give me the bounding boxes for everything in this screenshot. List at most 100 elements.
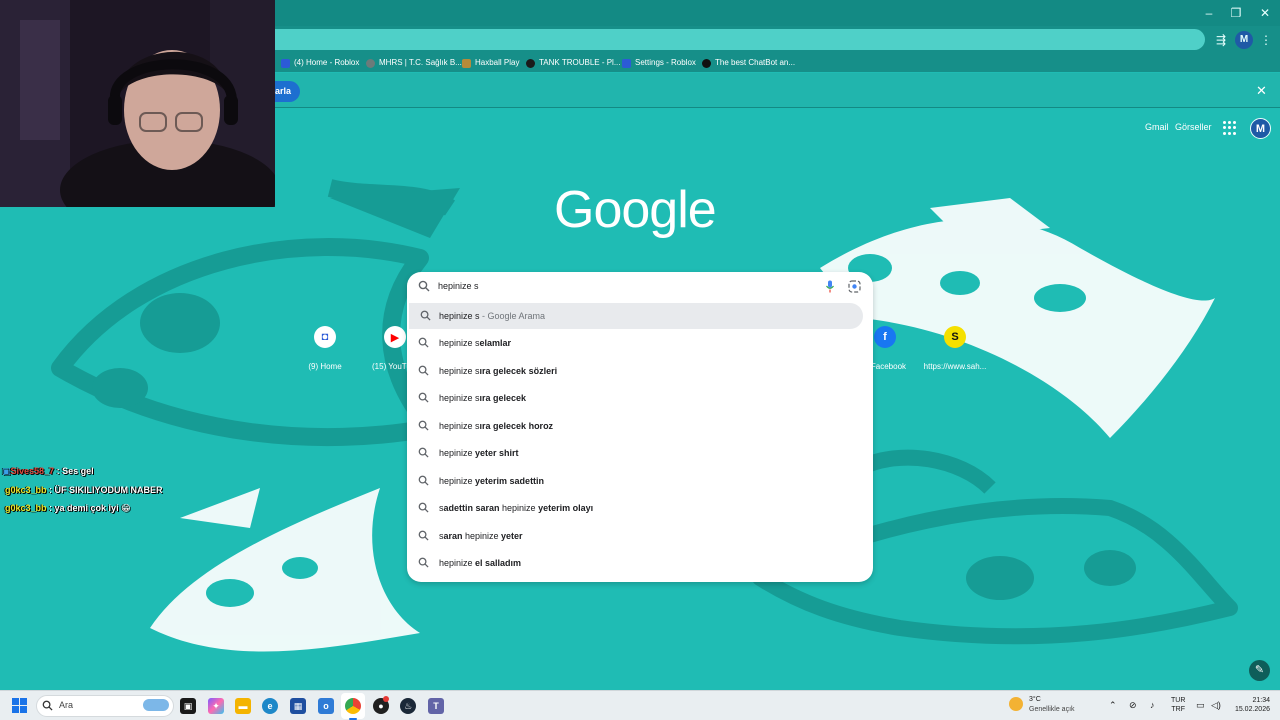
suggestion-completion: yeter shirt <box>475 448 519 458</box>
suggestion-item[interactable]: hepinize el salladım <box>407 550 873 576</box>
suggestion-item[interactable]: hepinize yeter shirt <box>407 440 873 466</box>
customize-pencil-icon[interactable]: ✎ <box>1249 660 1270 681</box>
outlook-icon[interactable]: o <box>318 698 334 714</box>
search-icon <box>420 310 431 321</box>
suggestion-prefix: hepinize s <box>439 338 480 348</box>
bookmark-item[interactable]: Settings - Roblox <box>622 56 696 70</box>
teams-icon[interactable]: T <box>428 698 444 714</box>
microphone-icon[interactable]: ♪ <box>1150 700 1155 710</box>
suggestion-completion-tail: yeterim olayı <box>535 503 594 513</box>
profile-button[interactable]: M <box>1235 31 1253 49</box>
language-indicator[interactable]: TUR TRF <box>1171 696 1185 714</box>
bookmark-item[interactable]: (4) Home - Roblox <box>281 56 359 70</box>
weather-desc: Genellikle açık <box>1029 706 1075 713</box>
weather-icon[interactable] <box>1009 697 1023 711</box>
shortcut-tile[interactable]: ◘ (9) Home <box>290 326 360 371</box>
suggestion-item[interactable]: hepinize sıra gelecek <box>407 385 873 411</box>
cast-icon[interactable]: ⇶ <box>1212 31 1230 49</box>
suggestion-completion: ıra gelecek sözleri <box>479 366 558 376</box>
shortcut-label: (9) Home <box>308 362 342 371</box>
haxball-icon <box>462 58 471 68</box>
suggestion-item[interactable]: hepinize selamlar <box>407 330 873 356</box>
infobar-close-icon[interactable]: ✕ <box>1256 83 1267 99</box>
search-icon <box>418 280 430 292</box>
suggestion-prefix: hepinize s <box>439 393 480 403</box>
webcam-overlay <box>0 0 275 207</box>
shortcut-tile[interactable]: S https://www.sah... <box>920 326 990 371</box>
steam-icon[interactable]: ♨ <box>400 698 416 714</box>
chat-text: Ses gel <box>62 466 94 476</box>
suggestion-completion: yeterim sadettin <box>475 476 545 486</box>
suggestion-completion: ıra gelecek <box>479 393 527 403</box>
restore-button[interactable]: ❐ <box>1222 4 1250 22</box>
tray-overflow-icon[interactable]: ⌃ <box>1109 700 1117 711</box>
search-icon <box>418 557 429 568</box>
suggestion-completion: el salladım <box>475 558 522 568</box>
suggestion-prefix: hepinize s <box>439 366 480 376</box>
task-view-icon[interactable]: ▣ <box>180 698 196 714</box>
suggestion-item[interactable]: hepinize sıra gelecek horoz <box>407 413 873 439</box>
edge-icon[interactable]: e <box>262 698 278 714</box>
address-bar[interactable] <box>262 29 1205 50</box>
bookmark-item[interactable]: MHRS | T.C. Sağlık B... <box>366 56 462 70</box>
shortcut-tile[interactable]: f ) Facebook <box>866 326 916 371</box>
volume-icon[interactable]: ◁) <box>1211 700 1221 711</box>
start-button[interactable] <box>12 698 27 713</box>
chrome-icon[interactable] <box>345 698 361 714</box>
chat-badge-icon: ▣ <box>2 466 11 476</box>
account-avatar[interactable]: M <box>1250 118 1271 139</box>
search-icon <box>418 502 429 513</box>
bookmark-item[interactable]: TANK TROUBLE - Pl... <box>526 56 621 70</box>
search-icon <box>418 420 429 431</box>
suggestion-completion: ıra gelecek horoz <box>479 421 554 431</box>
shortcut-tile[interactable]: ▶ (15) YouTu <box>360 326 408 371</box>
bookmark-item[interactable]: The best ChatBot an... <box>702 56 795 70</box>
suggestion-item[interactable]: hepinize s - Google Arama <box>409 303 863 329</box>
suggestion-match: hepinize <box>502 503 536 513</box>
suggestion-item[interactable]: hepinize sıra gelecek sözleri <box>407 358 873 384</box>
suggestion-item[interactable]: sadettin saran hepinize yeterim olayı <box>407 495 873 521</box>
chat-message: g0kc3_bb : ÜF SIKILIYODUM NABER <box>5 485 163 495</box>
suggestion-suffix: - Google Arama <box>479 311 546 321</box>
chat-message: ▣Sives58_7 : Ses gel <box>2 466 94 477</box>
apps-grid-icon[interactable] <box>1223 121 1237 135</box>
taskbar-search-placeholder: Ara <box>59 700 74 710</box>
close-window-button[interactable]: ✕ <box>1251 4 1279 22</box>
suggestion-prefix: hepinize <box>439 448 476 458</box>
chat-message: g0kc3_bb : ya demi çok iyi 😁 <box>5 503 130 514</box>
youtube-icon: ▶ <box>384 326 406 348</box>
suggestion-item[interactable]: hepinize yeterim sadettin <box>407 468 873 494</box>
minimize-button[interactable]: – <box>1195 4 1223 22</box>
search-icon <box>418 530 429 541</box>
bookmark-label: Settings - Roblox <box>635 58 696 67</box>
copilot-icon[interactable]: ✦ <box>208 698 224 714</box>
bookmark-label: The best ChatBot an... <box>715 58 796 67</box>
s-icon: S <box>944 326 966 348</box>
display-icon[interactable]: ▭ <box>1196 700 1205 711</box>
microphone-icon[interactable] <box>825 280 835 293</box>
search-input[interactable]: hepinize s <box>407 272 873 302</box>
suggestion-completion: aran <box>443 531 466 541</box>
suggestion-prefix: hepinize s <box>439 421 480 431</box>
google-logo: Google <box>554 181 717 239</box>
menu-icon[interactable]: ⋮ <box>1257 31 1275 49</box>
file-explorer-icon[interactable]: ▬ <box>235 698 251 714</box>
gmail-link[interactable]: Gmail <box>1145 122 1169 132</box>
streamer-camera-image <box>0 0 275 207</box>
bookmark-item[interactable]: Haxball Play <box>462 56 519 70</box>
network-off-icon[interactable]: ⊘ <box>1129 700 1137 711</box>
chat-username: g0kc3_bb <box>5 503 47 513</box>
bookmark-label: MHRS | T.C. Sağlık B... <box>379 58 462 67</box>
weather-temp: 3°C <box>1029 696 1041 703</box>
bookmark-label: TANK TROUBLE - Pl... <box>539 58 621 67</box>
shortcut-label: (15) YouTu <box>372 362 408 371</box>
suggestion-item[interactable]: saran hepinize yeter <box>407 523 873 549</box>
roblox-icon <box>281 58 290 68</box>
images-link[interactable]: Görseller <box>1175 122 1212 132</box>
clock[interactable]: 21:34 15.02.2026 <box>1228 696 1270 714</box>
suggestion-prefix: hepinize s <box>439 311 480 321</box>
store-icon[interactable]: ▦ <box>290 698 306 714</box>
lens-icon[interactable] <box>848 280 861 293</box>
lang-line-1: TUR <box>1171 697 1186 704</box>
roblox-icon <box>622 58 631 68</box>
